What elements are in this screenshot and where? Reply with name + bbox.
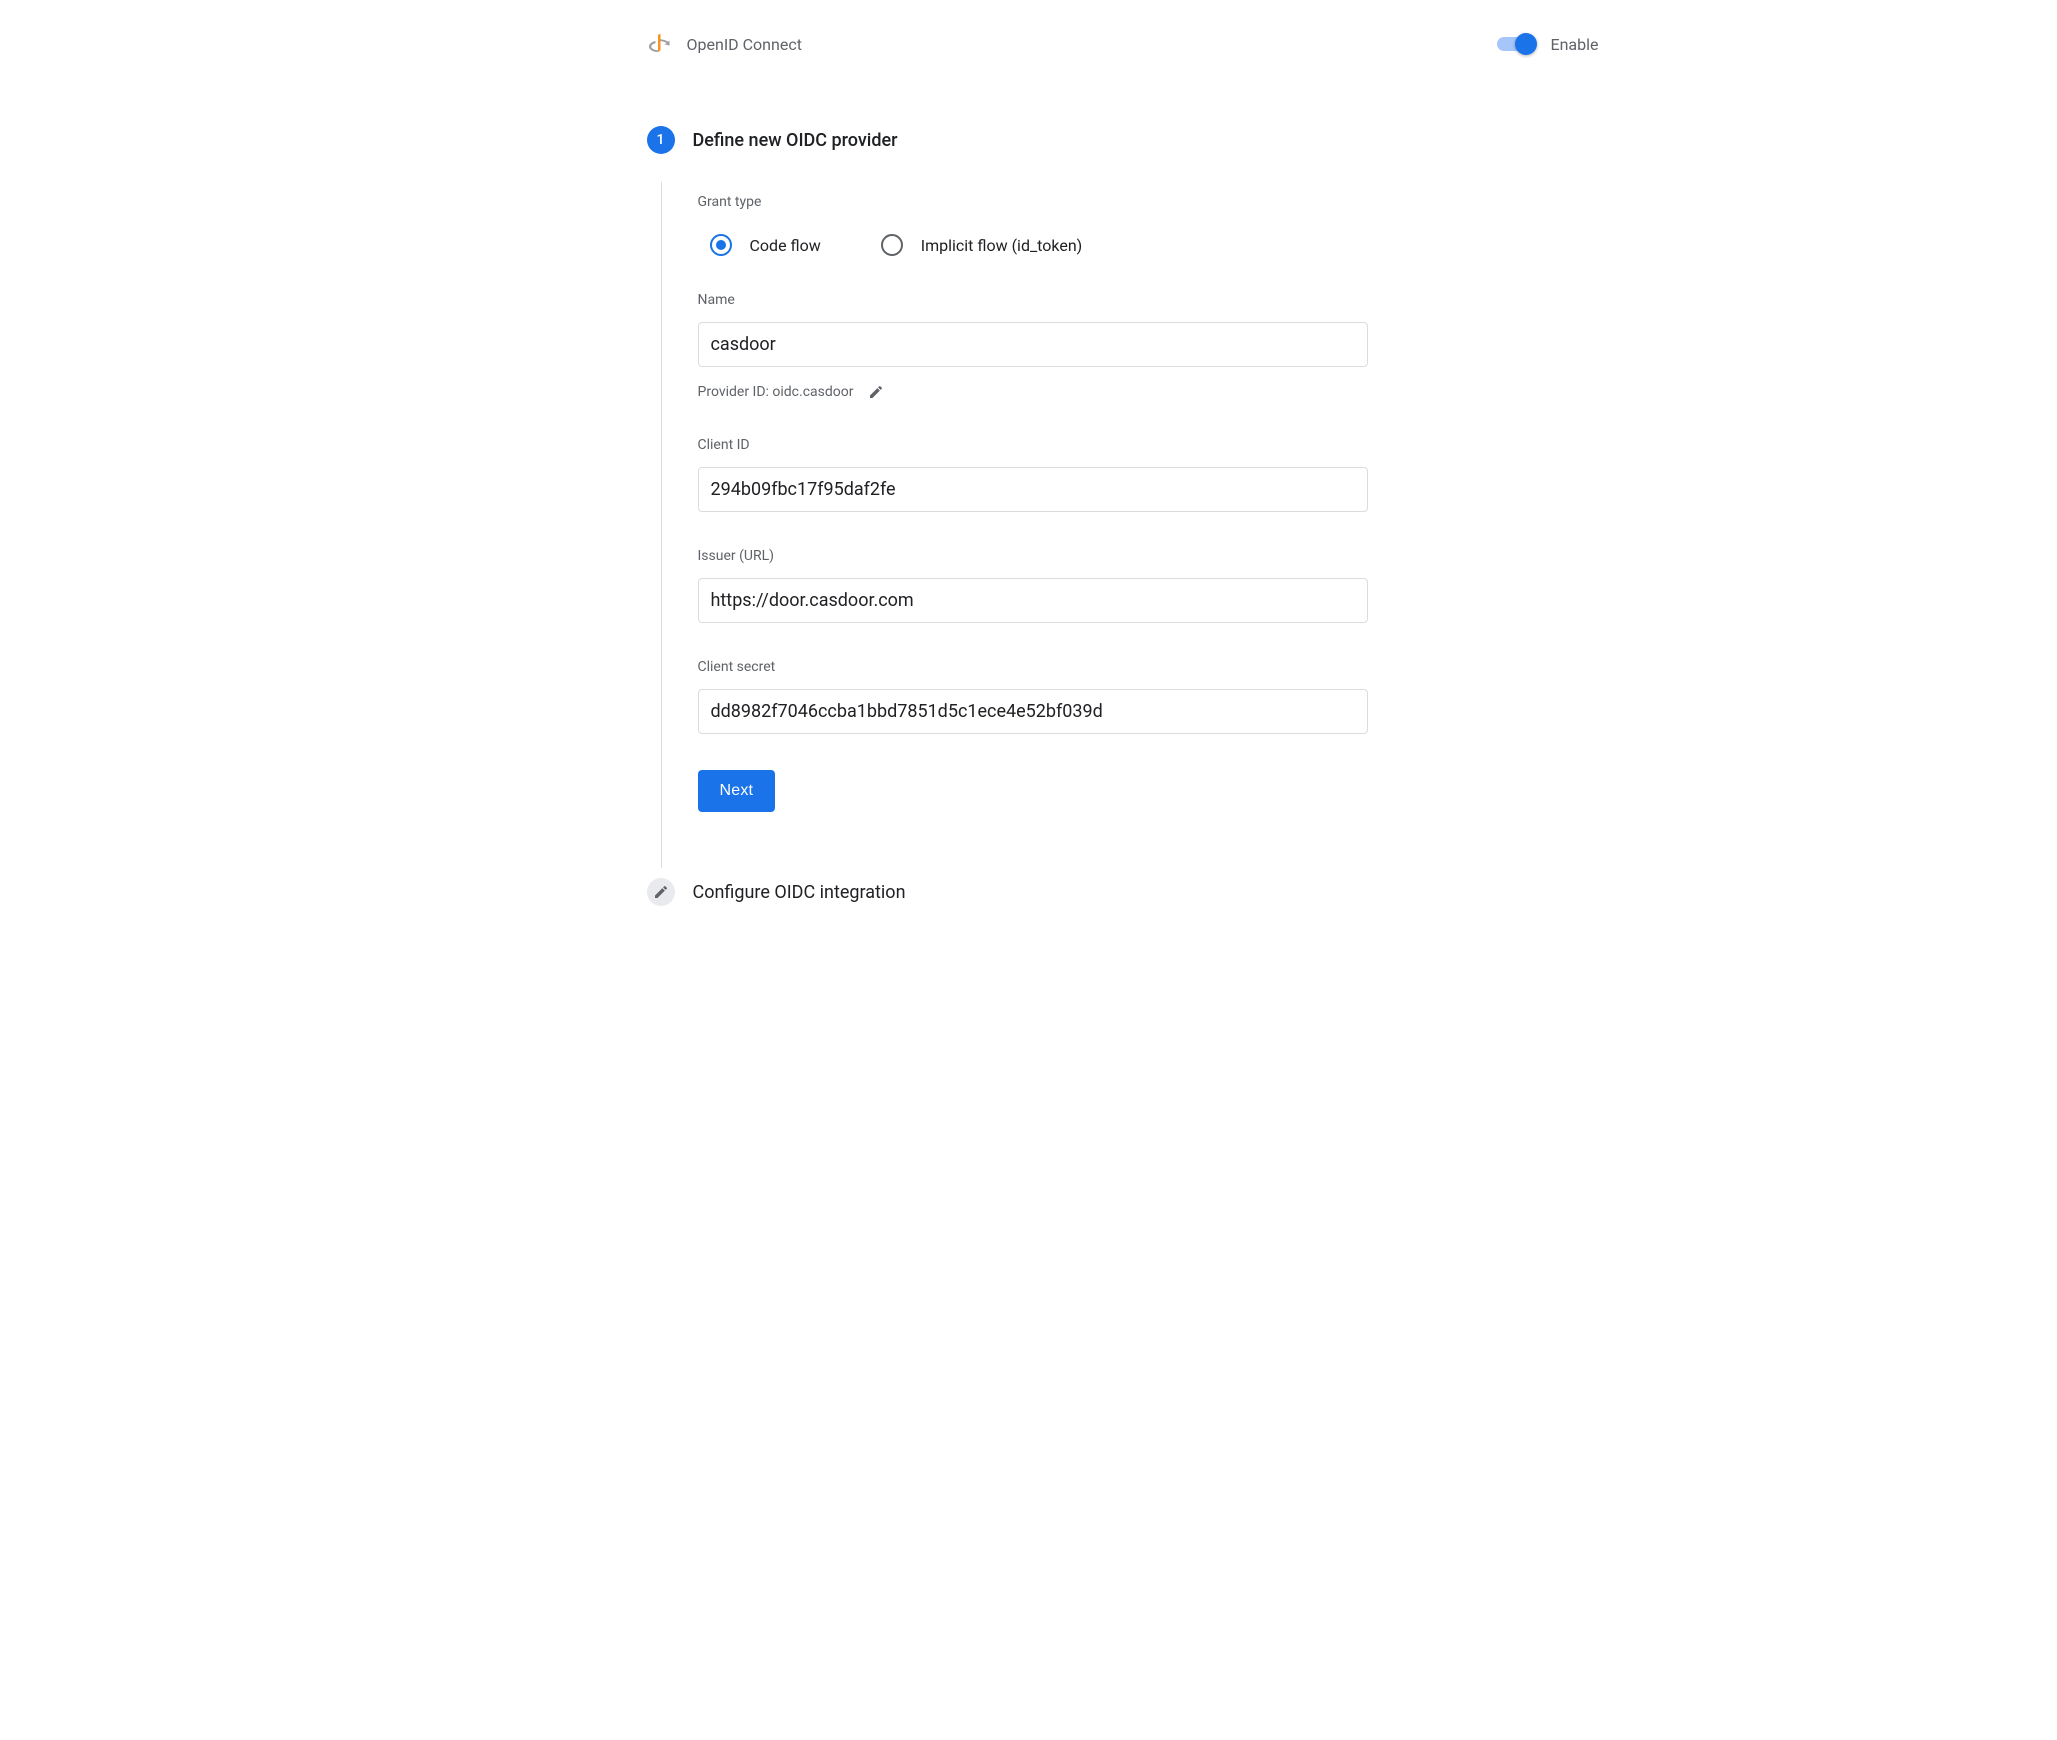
step-2-badge <box>647 878 675 906</box>
radio-icon <box>710 234 732 256</box>
radio-icon <box>881 234 903 256</box>
pencil-icon <box>868 384 884 400</box>
edit-provider-id-button[interactable] <box>867 383 885 401</box>
pencil-icon <box>653 884 669 900</box>
name-label: Name <box>698 292 1639 308</box>
issuer-label: Issuer (URL) <box>698 548 1639 564</box>
step-2-title: Configure OIDC integration <box>693 882 906 903</box>
client-secret-input[interactable] <box>698 689 1368 734</box>
enable-label: Enable <box>1551 35 1599 54</box>
client-id-input[interactable] <box>698 467 1368 512</box>
client-secret-label: Client secret <box>698 659 1639 675</box>
radio-label: Implicit flow (id_token) <box>921 236 1082 255</box>
enable-toggle[interactable] <box>1497 37 1533 51</box>
radio-implicit-flow[interactable]: Implicit flow (id_token) <box>881 234 1082 256</box>
provider-id-text: Provider ID: oidc.casdoor <box>698 384 854 400</box>
step-2: Configure OIDC integration <box>647 878 1639 906</box>
radio-label: Code flow <box>750 236 821 255</box>
issuer-input[interactable] <box>698 578 1368 623</box>
header-title: OpenID Connect <box>687 35 802 54</box>
name-input[interactable] <box>698 322 1368 367</box>
step-1-title: Define new OIDC provider <box>693 130 898 151</box>
client-id-label: Client ID <box>698 437 1639 453</box>
next-button[interactable]: Next <box>698 770 776 812</box>
openid-icon <box>647 32 671 56</box>
page-header: OpenID Connect Enable <box>419 32 1639 56</box>
grant-type-label: Grant type <box>698 194 1639 210</box>
radio-code-flow[interactable]: Code flow <box>710 234 821 256</box>
step-1: 1 Define new OIDC provider Grant type Co… <box>647 126 1639 868</box>
step-1-badge: 1 <box>647 126 675 154</box>
